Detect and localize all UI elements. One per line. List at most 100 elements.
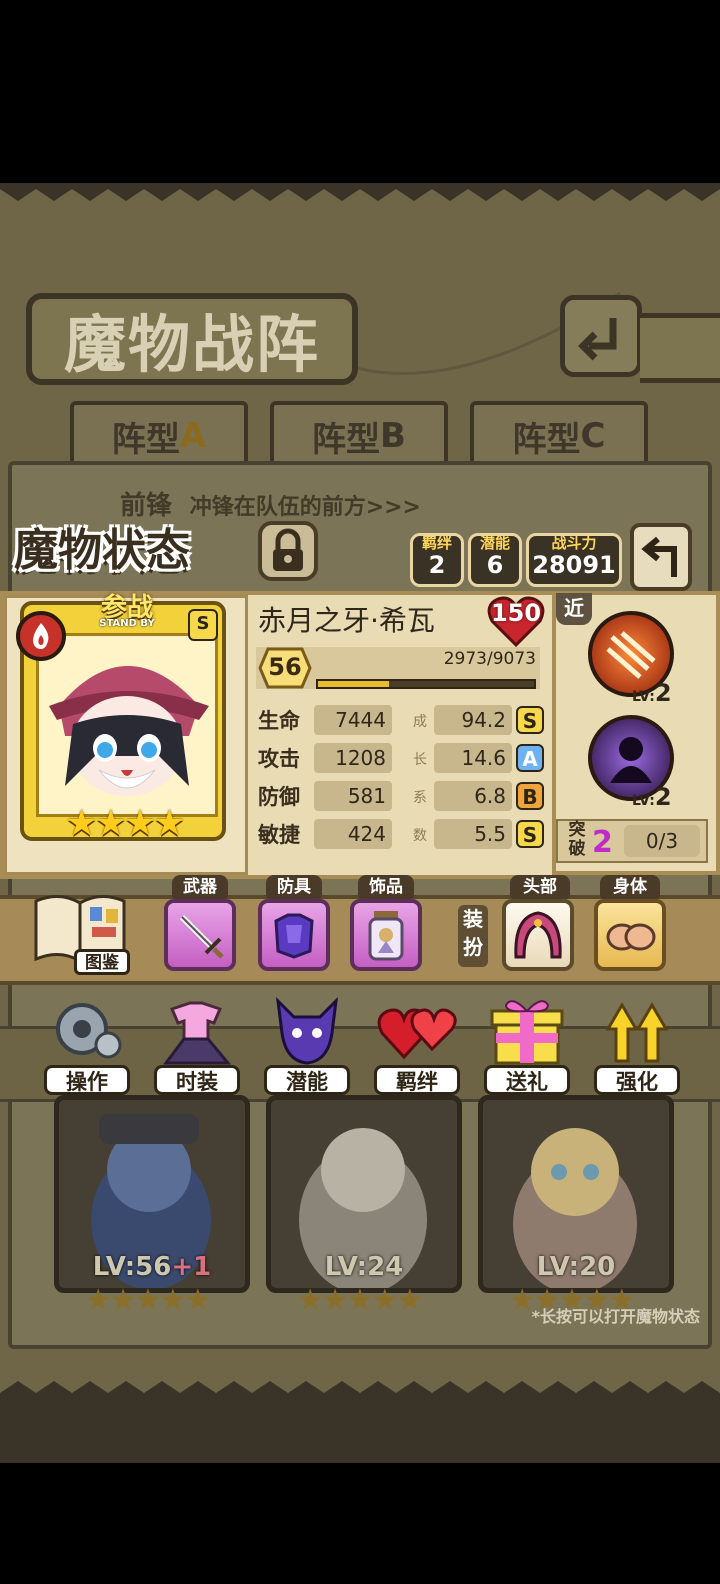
row-title: 前锋 (120, 491, 173, 521)
skill-level-value: 2 (654, 679, 672, 707)
bond-value: 2 (428, 551, 446, 579)
slot-label-armor: 防具 (266, 875, 322, 899)
monster-grade-badge: S (188, 609, 218, 641)
breakthrough-label: 突破 (568, 820, 586, 859)
formation-card[interactable]: LV:24 (266, 1095, 462, 1293)
card-level-bonus: +1 (171, 1252, 212, 1282)
tab-letter: B (380, 416, 406, 456)
monster-portrait-icon (49, 666, 209, 796)
lock-icon (273, 528, 303, 571)
portrait-window (36, 633, 218, 817)
menu-label: 时装 (154, 1065, 240, 1095)
card-stars: ★★★★★ (84, 1283, 211, 1318)
card-level: LV:56+1 (59, 1252, 245, 1282)
accessory-slot[interactable] (350, 899, 422, 971)
potential-label: 潜能 (479, 534, 510, 552)
exp-bar-fill (318, 681, 389, 687)
stat-growth: 94.2 (434, 705, 512, 735)
breakthrough-value: 2 (592, 825, 613, 860)
stat-value: 7444 (314, 705, 392, 735)
lock-button[interactable] (258, 521, 318, 581)
growth-char: 长 (413, 752, 427, 768)
power-value: 28091 (532, 551, 616, 579)
menu-label: 送礼 (484, 1065, 570, 1095)
menu-label: 强化 (594, 1065, 680, 1095)
affinity-heart: 150 (486, 593, 546, 649)
codex-label: 图鉴 (74, 949, 130, 975)
hood-icon (514, 911, 562, 959)
gear-icon (56, 1003, 122, 1059)
menu-potential-button[interactable]: 潜能 (264, 993, 350, 1095)
stat-growth: 14.6 (434, 743, 512, 773)
stat-value: 424 (314, 819, 392, 849)
bond-badge: 羁绊 2 (410, 533, 464, 587)
skill-level: LV:2 (632, 679, 692, 707)
stat-growth: 6.8 (434, 781, 512, 811)
zigzag-top-edge (0, 183, 720, 201)
growth-char: 数 (413, 828, 427, 844)
menu-label: 潜能 (264, 1065, 350, 1095)
footer-hint: *长按可以打开魔物状态 (531, 1307, 700, 1326)
stat-grade-badge: S (516, 820, 544, 848)
monster-name: 赤月之牙·希瓦 (258, 604, 435, 637)
card-level: LV:20 (536, 1252, 616, 1282)
stat-row-agility: 敏捷 424 数 5.5 S (258, 819, 548, 851)
tab-letter: C (580, 416, 606, 456)
stat-growth: 5.5 (434, 819, 512, 849)
costume-label: 装扮 (458, 905, 488, 967)
head-slot[interactable] (502, 899, 574, 971)
tab-letter: A (179, 416, 207, 456)
row-description: 冲锋在队伍的前方>>> (189, 495, 421, 520)
menu-label: 羁绊 (374, 1065, 460, 1095)
dress-icon (163, 1001, 232, 1065)
armor-slot[interactable] (258, 899, 330, 971)
upgrade-arrows-icon (605, 1002, 669, 1063)
formation-card[interactable]: LV:20 (478, 1095, 674, 1293)
body-slot[interactable] (594, 899, 666, 971)
slot-label-accessory: 饰品 (358, 875, 414, 899)
growth-char: 成 (413, 714, 427, 730)
affinity-value: 150 (490, 599, 542, 627)
status-back-button[interactable] (630, 523, 692, 591)
return-arrow-icon (578, 318, 617, 361)
slot-label-weapon: 武器 (172, 875, 228, 899)
weapon-slot[interactable] (164, 899, 236, 971)
stat-row-defense: 防御 581 系 6.8 B (258, 781, 548, 813)
header-strip (640, 313, 720, 383)
menu-operate-button[interactable]: 操作 (44, 993, 130, 1095)
range-badge: 近 (556, 593, 592, 625)
screen-title: 魔物战阵 (26, 293, 358, 385)
background-back-button[interactable] (560, 295, 642, 377)
monster-stars: ★★★★ (65, 803, 185, 844)
stat-name: 攻击 (258, 747, 300, 771)
menu-upgrade-button[interactable]: 强化 (594, 993, 680, 1095)
zigzag-bottom-edge (0, 1381, 720, 1463)
skill-level-value: 2 (654, 783, 672, 811)
menu-bond-button[interactable]: 羁绊 (374, 993, 460, 1095)
formation-card[interactable]: LV:56+1 (54, 1095, 250, 1293)
menu-gift-button[interactable]: 送礼 (484, 993, 570, 1095)
stat-value: 1208 (314, 743, 392, 773)
breakthrough-progress: 0/3 (624, 825, 700, 857)
armor-icon (274, 913, 314, 959)
jar-accessory-icon (368, 911, 404, 961)
stat-name: 生命 (258, 709, 300, 733)
game-screen: 魔物战阵 阵型 A 阵型 B 阵型 C 前锋 冲锋在队伍的前方>>> LV:56+1 … (0, 183, 720, 1463)
growth-char: 系 (413, 790, 427, 806)
stat-grade-badge: A (516, 744, 544, 772)
stat-grade-badge: B (516, 782, 544, 810)
tab-label: 阵型 (312, 419, 381, 460)
stat-row-attack: 攻击 1208 长 14.6 A (258, 743, 548, 775)
card-level: LV:24 (324, 1252, 404, 1282)
menu-costume-button[interactable]: 时装 (154, 993, 240, 1095)
stat-row-hp: 生命 7444 成 94.2 S (258, 705, 548, 737)
stat-name: 敏捷 (258, 823, 300, 847)
breakthrough-row: 突破 2 0/3 (556, 819, 708, 863)
fire-element-icon (33, 623, 49, 649)
skill-level: LV:2 (632, 783, 692, 811)
fire-element-badge (16, 611, 66, 661)
codex-button[interactable]: 图鉴 (30, 887, 130, 975)
power-badge: 战斗力 28091 (526, 533, 622, 587)
stat-value: 581 (314, 781, 392, 811)
body-icon (606, 923, 656, 951)
